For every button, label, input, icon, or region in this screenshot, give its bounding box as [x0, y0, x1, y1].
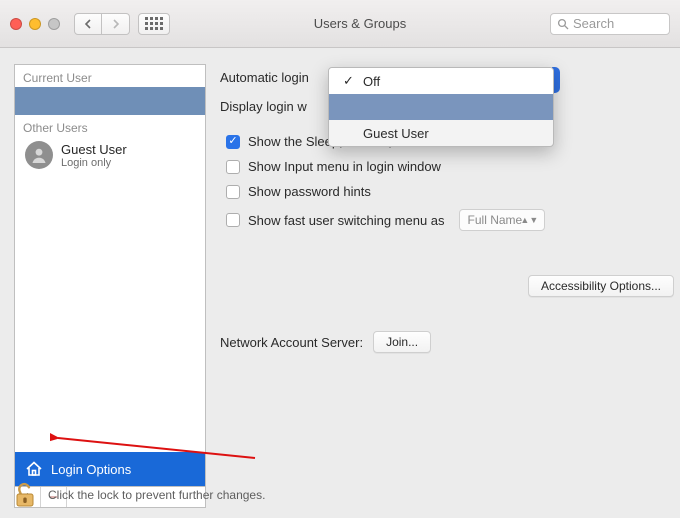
show-all-button[interactable]: [138, 13, 170, 35]
grid-icon: [145, 17, 163, 30]
forward-button[interactable]: [102, 13, 130, 35]
avatar-icon: [25, 141, 53, 169]
guest-user-text: Guest User Login only: [61, 142, 127, 169]
checkbox-hints[interactable]: [226, 185, 240, 199]
login-options-row[interactable]: Login Options: [15, 452, 205, 486]
checkbox-input-row[interactable]: Show Input menu in login window: [226, 159, 666, 174]
join-button[interactable]: Join...: [373, 331, 431, 353]
house-icon: [25, 460, 43, 478]
lock-icon[interactable]: [14, 482, 36, 508]
popup-option-off[interactable]: ✓ Off: [329, 68, 553, 94]
minimize-window-button[interactable]: [29, 18, 41, 30]
window-controls: [10, 18, 60, 30]
checkbox-fast[interactable]: [226, 213, 240, 227]
guest-user-sub: Login only: [61, 157, 127, 169]
window-title: Users & Groups: [178, 16, 542, 31]
current-user-row[interactable]: [15, 87, 205, 115]
checkbox-sleep[interactable]: [226, 135, 240, 149]
accessibility-options-button[interactable]: Accessibility Options...: [528, 275, 674, 297]
other-users-label: Other Users: [15, 115, 205, 137]
current-user-label: Current User: [15, 65, 205, 87]
guest-user-name: Guest User: [61, 142, 127, 157]
checkbox-fast-row[interactable]: Show fast user switching menu as Full Na…: [226, 209, 666, 231]
search-input[interactable]: Search: [550, 13, 670, 35]
guest-user-row[interactable]: Guest User Login only: [15, 137, 205, 175]
user-list: Current User Other Users Guest User Logi…: [14, 64, 206, 486]
display-login-label: Display login w: [220, 99, 307, 114]
automatic-login-popup[interactable]: ✓ Off Guest User: [328, 67, 554, 147]
check-icon: ✓: [343, 73, 355, 89]
chevron-updown-icon: ▲▼: [520, 217, 538, 224]
search-icon: [557, 18, 569, 30]
popup-option-guest[interactable]: Guest User: [329, 120, 553, 146]
checkbox-hints-label: Show password hints: [248, 184, 371, 199]
checkbox-hints-row[interactable]: Show password hints: [226, 184, 666, 199]
window-toolbar: Users & Groups Search: [0, 0, 680, 48]
checkbox-input[interactable]: [226, 160, 240, 174]
lock-text: Click the lock to prevent further change…: [48, 488, 265, 502]
back-button[interactable]: [74, 13, 102, 35]
search-placeholder: Search: [573, 16, 614, 31]
lock-footer: Click the lock to prevent further change…: [14, 482, 265, 508]
zoom-window-button[interactable]: [48, 18, 60, 30]
network-account-label: Network Account Server:: [220, 335, 363, 350]
users-sidebar: Current User Other Users Guest User Logi…: [14, 64, 206, 508]
nav-buttons: [74, 13, 130, 35]
checkbox-input-label: Show Input menu in login window: [248, 159, 441, 174]
checkbox-fast-label: Show fast user switching menu as: [248, 213, 445, 228]
close-window-button[interactable]: [10, 18, 22, 30]
fast-user-select[interactable]: Full Name ▲▼: [459, 209, 546, 231]
login-options-panel: Automatic login Display login w ✓ Off Gu…: [220, 64, 666, 508]
automatic-login-label: Automatic login: [220, 70, 309, 85]
login-options-label: Login Options: [51, 462, 131, 477]
popup-option-hover[interactable]: [329, 94, 553, 120]
